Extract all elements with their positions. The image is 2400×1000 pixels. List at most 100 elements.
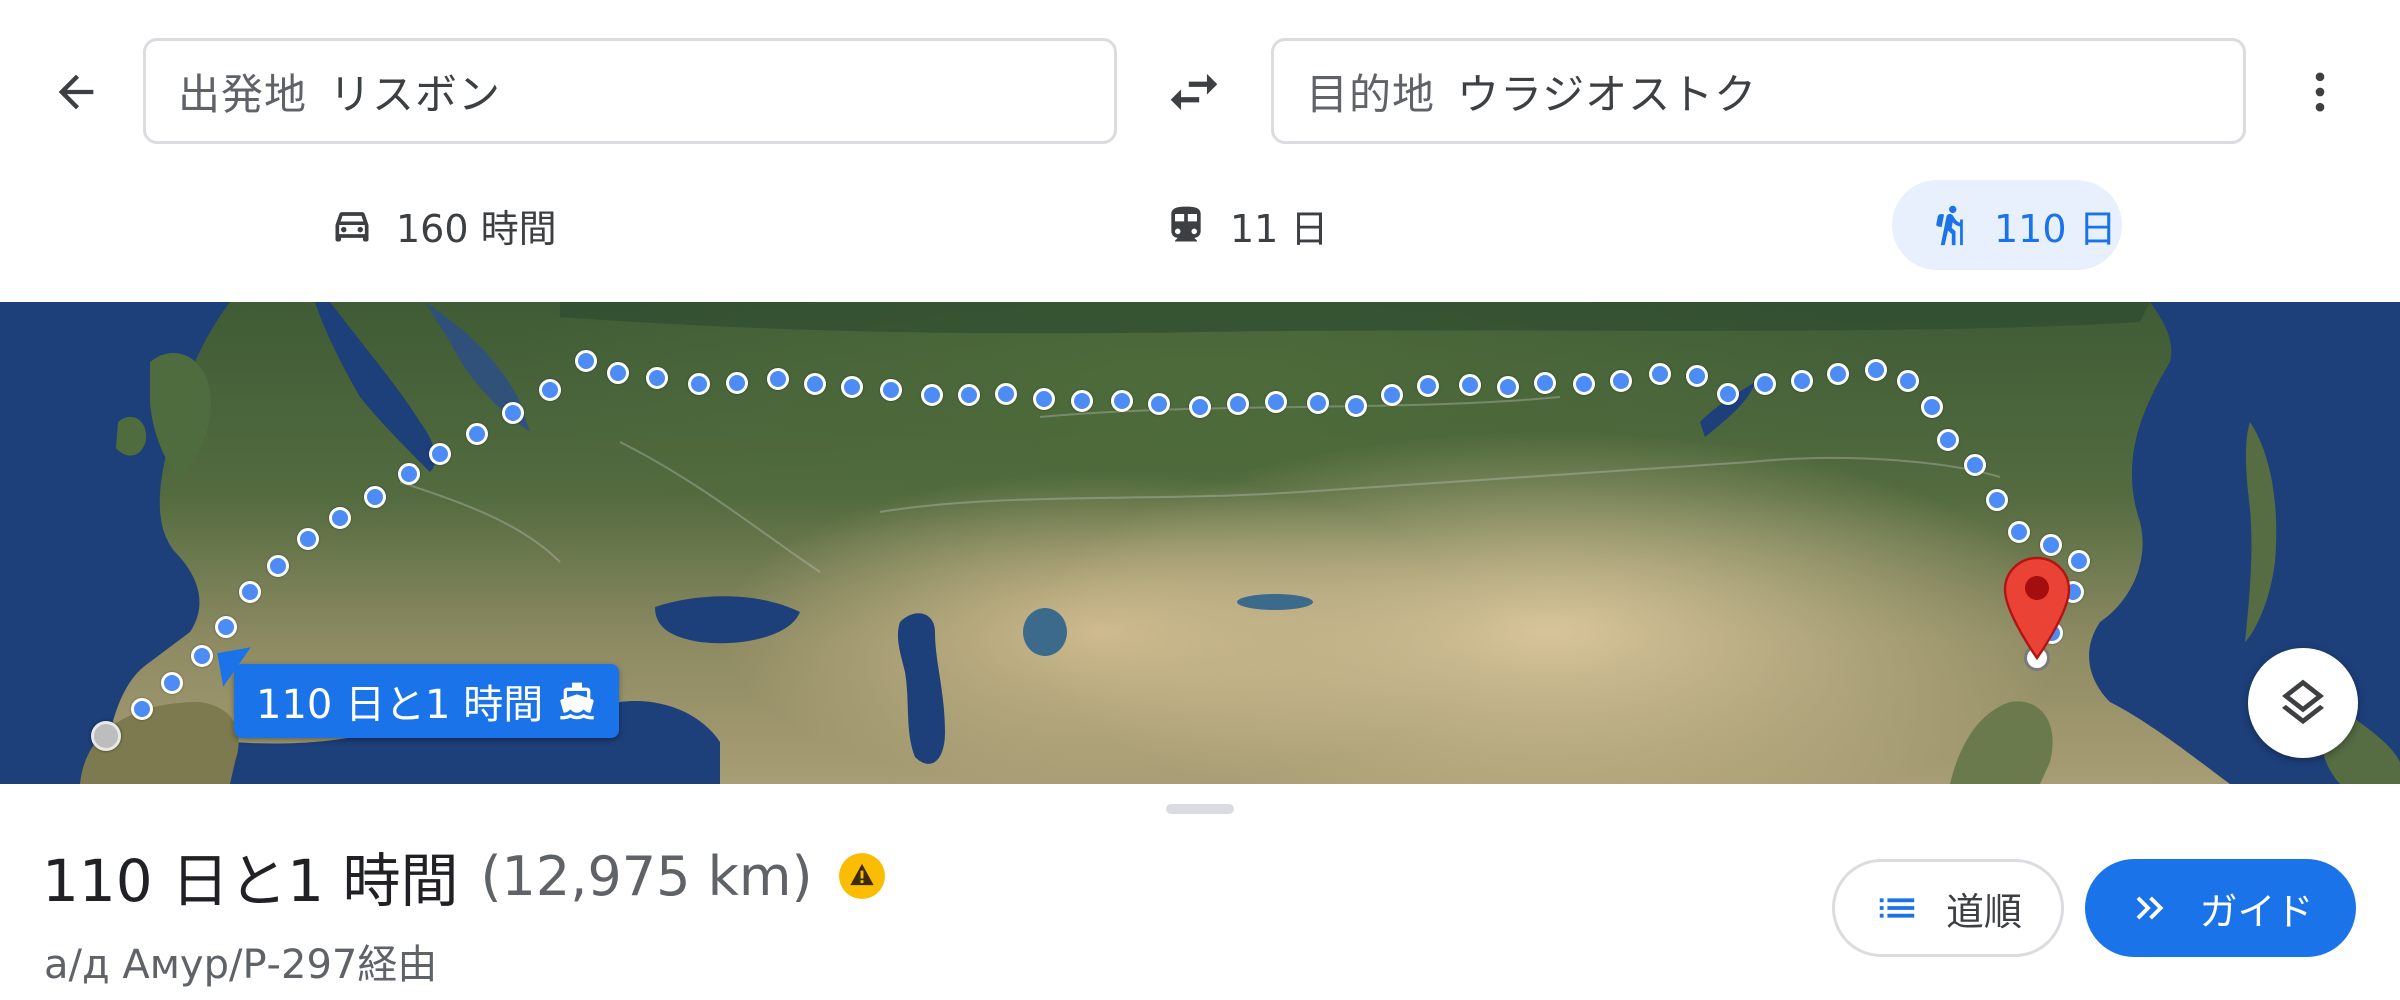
route-dot xyxy=(804,373,826,395)
arrow-back-icon xyxy=(58,74,94,110)
destination-label: 目的地 xyxy=(1306,69,1436,119)
route-dot xyxy=(2068,550,2090,572)
route-dot xyxy=(2008,521,2030,543)
origin-marker[interactable] xyxy=(91,721,121,751)
route-dot xyxy=(1417,375,1439,397)
route-dot xyxy=(1964,454,1986,476)
route-dot xyxy=(398,463,420,485)
transit-duration: 11 日 xyxy=(1230,206,1329,251)
route-dot xyxy=(958,384,980,406)
drag-handle[interactable] xyxy=(1166,804,1234,814)
steps-button[interactable]: 道順 xyxy=(1832,859,2064,957)
route-dot xyxy=(1649,363,1671,385)
route-dot xyxy=(429,443,451,465)
hiking-icon xyxy=(1936,205,1963,246)
double-chevron-right-icon xyxy=(2137,896,2164,920)
route-via: а/д Амур/Р-297経由 xyxy=(44,942,438,988)
route-dot xyxy=(1827,363,1849,385)
route-dot xyxy=(1071,390,1093,412)
route-dot xyxy=(1307,392,1329,414)
route-summary-sheet[interactable]: 110 日と1 時間 (12,975 km) а/д Амур/Р-297経由 … xyxy=(0,784,2400,1000)
route-dot xyxy=(880,379,902,401)
origin-value: リスボン xyxy=(329,69,502,119)
route-dot xyxy=(726,372,748,394)
origin-field[interactable]: 出発地 リスボン xyxy=(143,38,1117,144)
route-dot xyxy=(1111,390,1133,412)
layers-button[interactable] xyxy=(2248,648,2358,758)
more-vert-icon xyxy=(2315,72,2325,112)
route-dot xyxy=(1265,391,1287,413)
route-dot xyxy=(364,486,386,508)
route-dot xyxy=(1573,373,1595,395)
route-duration-text: 110 日と1 時間 xyxy=(256,682,544,728)
route-dot xyxy=(161,672,183,694)
route-dot xyxy=(646,367,668,389)
layers-icon xyxy=(2282,679,2324,725)
route-dot xyxy=(466,423,488,445)
steps-label: 道順 xyxy=(1945,889,2022,934)
list-icon xyxy=(1879,898,1915,918)
car-icon xyxy=(335,212,369,242)
route-dot xyxy=(1534,372,1556,394)
guide-label: ガイド xyxy=(2199,889,2314,934)
tab-driving[interactable]: 160 時間 xyxy=(330,180,557,270)
route-dot xyxy=(191,645,213,667)
total-distance: (12,975 km) xyxy=(480,844,813,908)
destination-field[interactable]: 目的地 ウラジオストク xyxy=(1271,38,2246,144)
destination-value: ウラジオストク xyxy=(1457,69,1758,119)
route-dot xyxy=(1459,374,1481,396)
route-dot xyxy=(329,507,351,529)
route-dot xyxy=(767,368,789,390)
route-dot xyxy=(841,376,863,398)
route-dot xyxy=(297,528,319,550)
ferry-icon xyxy=(560,682,594,720)
driving-duration: 160 時間 xyxy=(396,206,557,251)
origin-label: 出発地 xyxy=(178,69,308,119)
guide-button[interactable]: ガイド xyxy=(2085,859,2356,957)
route-dot xyxy=(1227,393,1249,415)
route-dot xyxy=(1937,429,1959,451)
route-dot xyxy=(575,350,597,372)
route-dot xyxy=(239,581,261,603)
route-duration-label[interactable]: 110 日と1 時間 xyxy=(217,647,620,738)
warning-icon[interactable] xyxy=(837,851,887,901)
tab-transit[interactable]: 11 日 xyxy=(1164,180,1328,270)
route-dot xyxy=(921,384,943,406)
route-dot xyxy=(131,698,153,720)
route-dot xyxy=(1345,395,1367,417)
train-icon xyxy=(1171,206,1201,242)
tab-walking[interactable]: 110 日 xyxy=(1892,180,2122,270)
route-dot xyxy=(1921,396,1943,418)
route-dot xyxy=(1897,370,1919,392)
route-dot xyxy=(1986,489,2008,511)
route-dot xyxy=(502,402,524,424)
route-dot xyxy=(2040,534,2062,556)
walking-duration: 110 日 xyxy=(1994,206,2117,251)
route-dot xyxy=(1791,370,1813,392)
destination-pin-icon[interactable] xyxy=(2003,556,2071,660)
route-dot xyxy=(688,373,710,395)
route-dot xyxy=(1189,396,1211,418)
more-options-button[interactable] xyxy=(2290,52,2350,132)
route-dot xyxy=(1381,384,1403,406)
route-dot xyxy=(267,555,289,577)
route-dot xyxy=(539,379,561,401)
route-summary: 110 日と1 時間 (12,975 km) xyxy=(42,834,887,918)
route-dot xyxy=(1610,370,1632,392)
route-dot xyxy=(607,362,629,384)
swap-button[interactable] xyxy=(1156,52,1232,132)
total-duration: 110 日と1 時間 xyxy=(42,847,459,915)
route-dot xyxy=(1717,383,1739,405)
route-dot xyxy=(1754,373,1776,395)
route-dot xyxy=(1865,359,1887,381)
route-dot xyxy=(1686,365,1708,387)
route-dot xyxy=(1033,388,1055,410)
map-view[interactable]: 110 日と1 時間 ? xyxy=(0,302,2400,784)
back-button[interactable] xyxy=(40,52,112,132)
route-dot xyxy=(1148,393,1170,415)
route-dot xyxy=(215,616,237,638)
directions-header: 出発地 リスボン 目的地 ウラジオストク 160 時間 11 日 110 日 xyxy=(0,0,2400,300)
swap-horiz-icon xyxy=(1170,73,1218,111)
travel-mode-tabs: 160 時間 11 日 110 日 xyxy=(0,180,2400,270)
route-dot xyxy=(1497,376,1519,398)
